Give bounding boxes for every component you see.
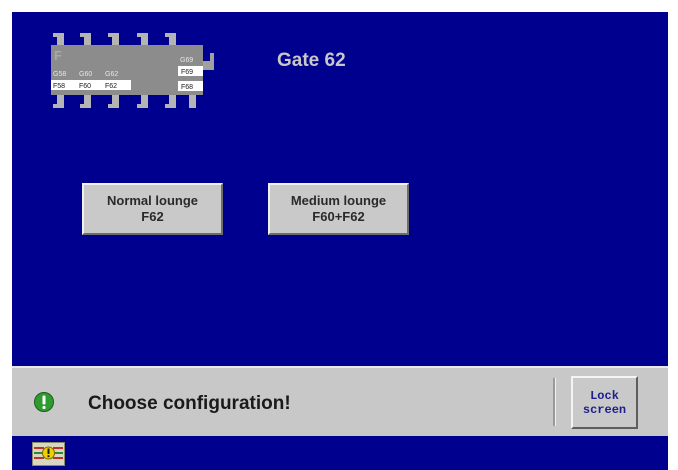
- button-label-line1: Normal lounge: [106, 193, 198, 208]
- map-label-upper: G69: [180, 57, 193, 64]
- map-label-upper: G62: [105, 71, 118, 78]
- alarm-indicator-icon: [34, 446, 63, 460]
- status-message: Choose configuration!: [88, 393, 291, 414]
- hmi-screen: F G58 G60 G62 G69 F58 F60 F62 F69 F68 Ga…: [12, 12, 668, 470]
- gate-title: Gate 62: [277, 50, 346, 71]
- medium-lounge-button[interactable]: Medium lounge F60+F62: [268, 183, 409, 235]
- main-panel: F G58 G60 G62 G69 F58 F60 F62 F69 F68 Ga…: [12, 12, 668, 366]
- alarm-indicator-button[interactable]: [32, 442, 65, 466]
- map-label-lower: F62: [105, 83, 117, 90]
- map-label-lower: F68: [181, 84, 193, 91]
- map-label-upper: G58: [53, 71, 66, 78]
- map-label-lower: F58: [53, 83, 65, 90]
- terminal-letter: F: [54, 48, 62, 63]
- bottom-bar: [12, 436, 668, 470]
- normal-lounge-button[interactable]: Normal lounge F62: [82, 183, 223, 235]
- button-label-line2: F62: [141, 209, 164, 224]
- status-bar: Choose configuration! Lock screen: [12, 366, 668, 436]
- gate-map: F G58 G60 G62 G69 F58 F60 F62 F69 F68: [51, 33, 214, 108]
- lock-label-line1: Lock: [590, 388, 619, 403]
- map-label-lower: F60: [79, 83, 91, 90]
- button-label-line1: Medium lounge: [290, 193, 387, 208]
- exclamation-icon: [34, 392, 54, 412]
- button-label-line2: F60+F62: [312, 209, 365, 224]
- lock-screen-button[interactable]: Lock screen: [571, 376, 638, 429]
- lock-label-line2: screen: [582, 402, 627, 417]
- status-separator: [553, 378, 556, 426]
- map-label-upper: G60: [79, 71, 92, 78]
- map-label-right: F69: [181, 69, 193, 76]
